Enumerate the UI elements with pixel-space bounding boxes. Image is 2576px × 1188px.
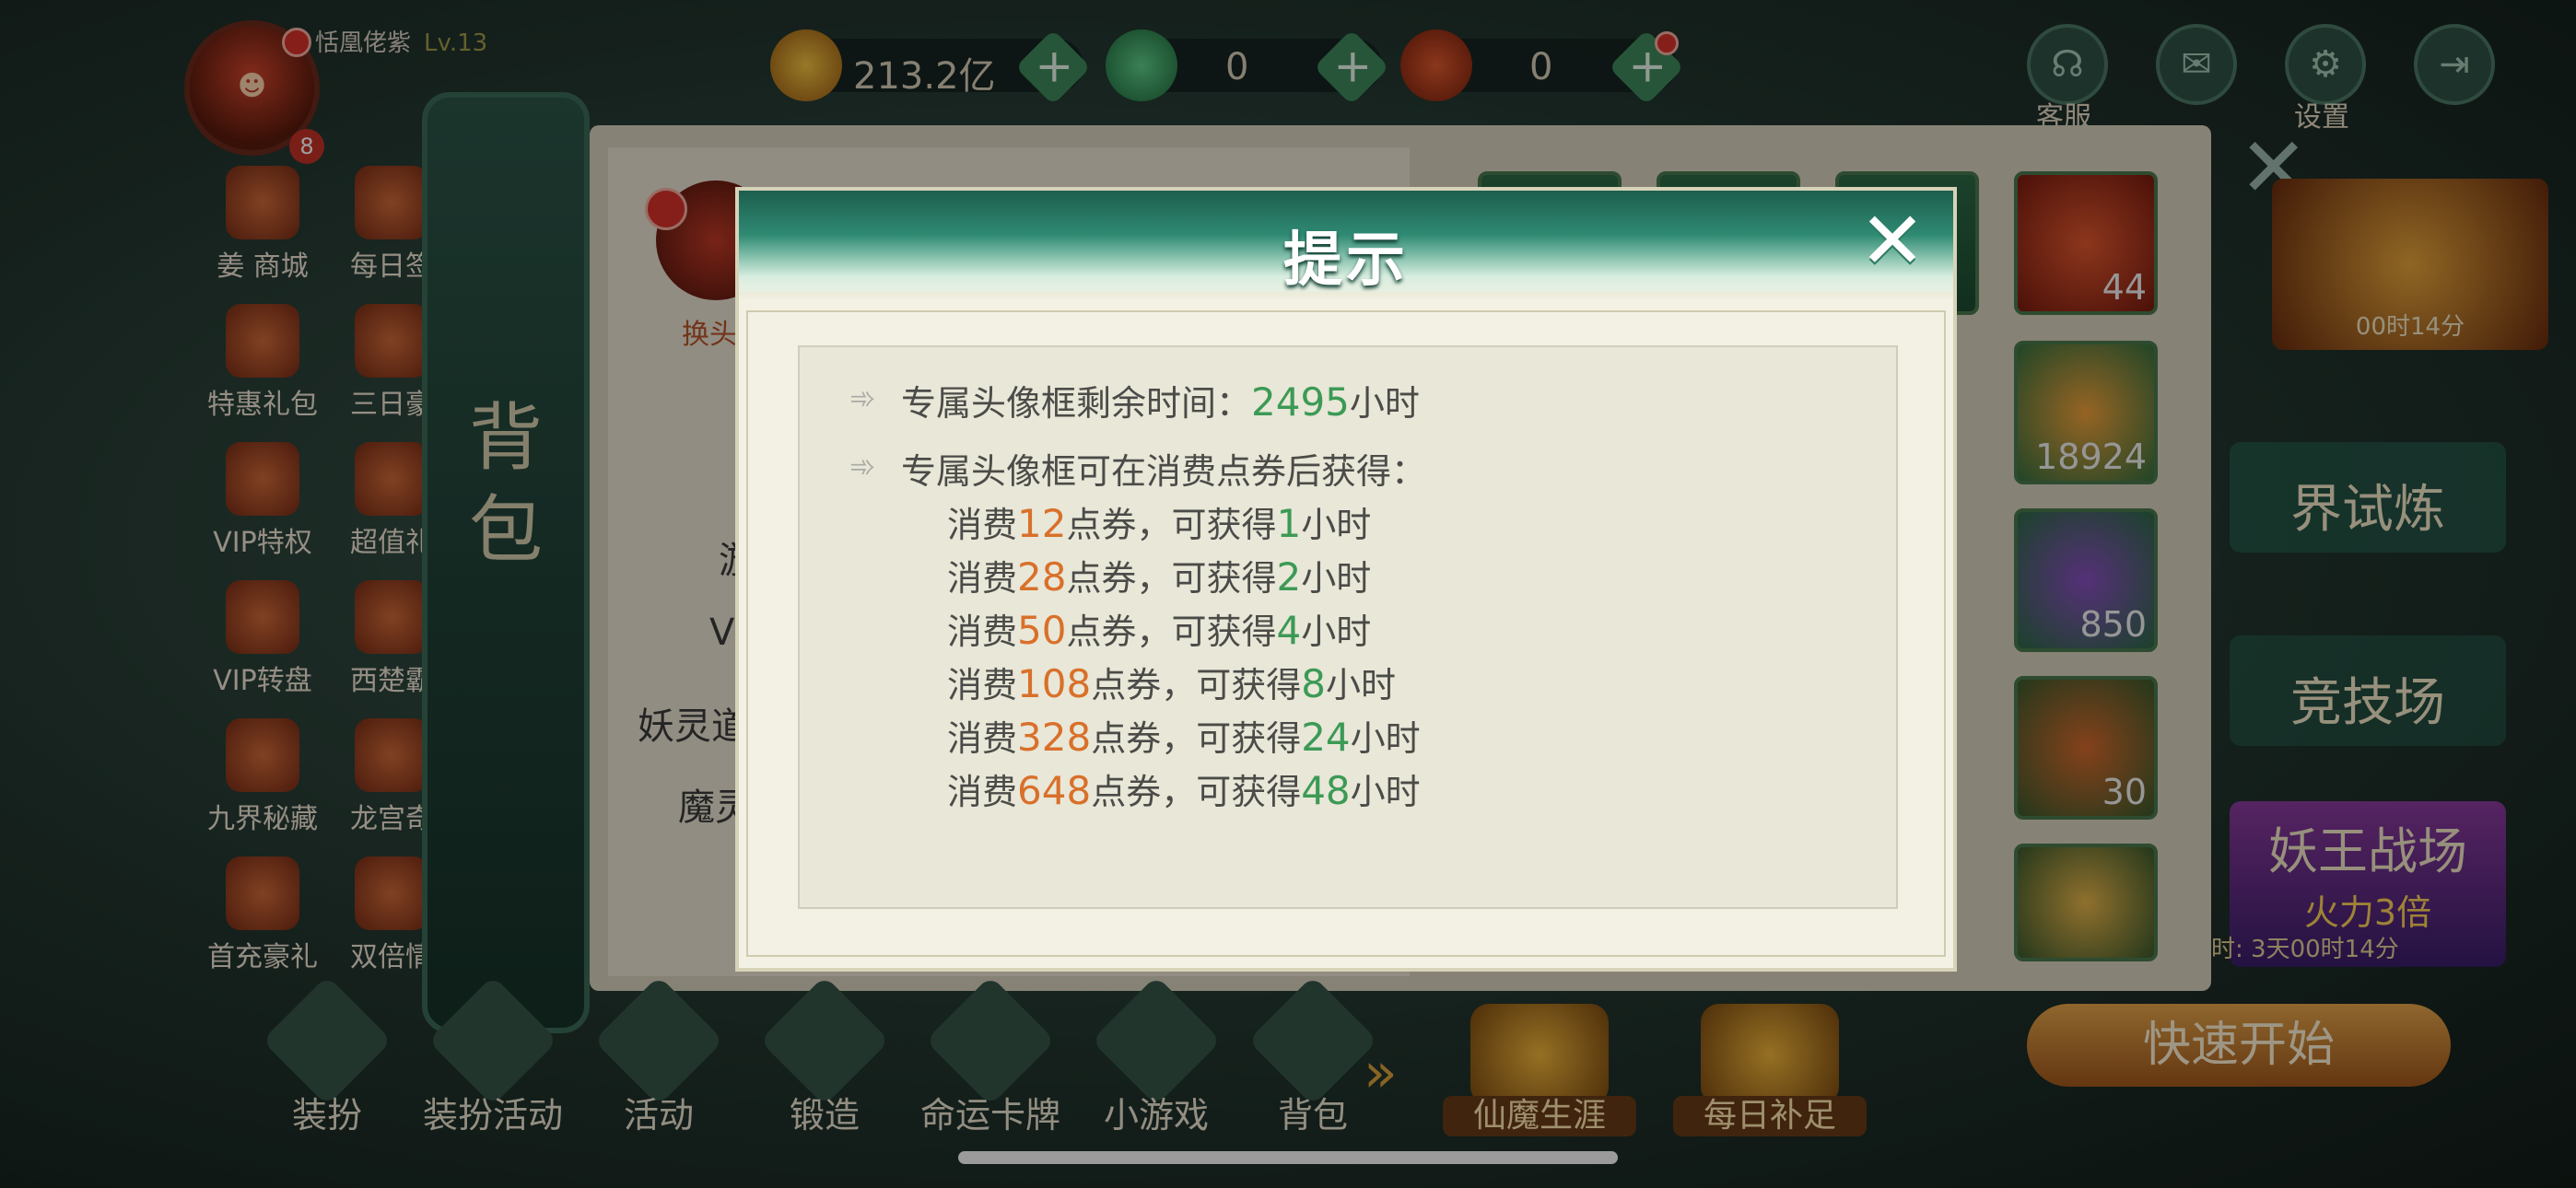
hours-unit: 小时 bbox=[1301, 611, 1372, 652]
bullet-icon: ➾ bbox=[849, 448, 876, 485]
dialog-content: ➾ 专属头像框剩余时间：2495小时 ➾ 专属头像框可在消费点券后获得： 消费1… bbox=[798, 345, 1898, 909]
hours-unit: 小时 bbox=[1349, 383, 1420, 424]
hours-unit: 小时 bbox=[1301, 558, 1372, 599]
hours-unit: 小时 bbox=[1325, 665, 1396, 705]
cost-value: 50 bbox=[1017, 608, 1067, 653]
ticket-text: 点券，可获得 bbox=[1066, 505, 1277, 545]
remaining-time-label: 专属头像框剩余时间： bbox=[901, 383, 1252, 424]
close-icon[interactable]: ✕ bbox=[1859, 202, 1926, 281]
hours-value: 1 bbox=[1276, 501, 1302, 546]
ticket-text: 点券，可获得 bbox=[1091, 665, 1302, 705]
reward-row: 消费12点券，可获得1小时 bbox=[947, 496, 1371, 547]
cost-value: 12 bbox=[1017, 501, 1067, 546]
spend-word: 消费 bbox=[947, 772, 1018, 812]
hours-value: 8 bbox=[1301, 661, 1326, 706]
cost-value: 28 bbox=[1017, 554, 1067, 600]
spend-word: 消费 bbox=[947, 611, 1018, 652]
tip-dialog: 提示 ✕ ➾ 专属头像框剩余时间：2495小时 ➾ 专属头像框可在消费点券后获得… bbox=[735, 187, 1957, 972]
hours-value: 24 bbox=[1301, 715, 1351, 760]
reward-row: 消费28点券，可获得2小时 bbox=[947, 550, 1371, 600]
cost-value: 108 bbox=[1017, 661, 1092, 706]
dialog-title: 提示 bbox=[1283, 227, 1409, 295]
ticket-text: 点券，可获得 bbox=[1091, 718, 1302, 759]
obtain-heading: 专属头像框可在消费点券后获得： bbox=[901, 451, 1427, 492]
dialog-header: 提示 bbox=[739, 191, 1953, 301]
spend-word: 消费 bbox=[947, 505, 1018, 545]
hours-value: 2 bbox=[1276, 554, 1302, 600]
spend-word: 消费 bbox=[947, 558, 1018, 599]
spend-word: 消费 bbox=[947, 665, 1018, 705]
reward-row: 消费328点券，可获得24小时 bbox=[947, 710, 1421, 761]
reward-row: 消费108点券，可获得8小时 bbox=[947, 657, 1396, 707]
hours-value: 4 bbox=[1276, 608, 1302, 653]
spend-word: 消费 bbox=[947, 718, 1018, 759]
remaining-hours-value: 2495 bbox=[1251, 379, 1350, 425]
ticket-text: 点券，可获得 bbox=[1091, 772, 1302, 812]
reward-row: 消费50点券，可获得4小时 bbox=[947, 603, 1371, 654]
hours-value: 48 bbox=[1301, 768, 1351, 813]
hours-unit: 小时 bbox=[1350, 718, 1421, 759]
home-indicator[interactable] bbox=[958, 1151, 1618, 1164]
cost-value: 648 bbox=[1017, 768, 1092, 813]
reward-row: 消费648点券，可获得48小时 bbox=[947, 763, 1421, 814]
remaining-time-line: 专属头像框剩余时间：2495小时 bbox=[901, 375, 1420, 425]
cost-value: 328 bbox=[1017, 715, 1092, 760]
ticket-text: 点券，可获得 bbox=[1066, 558, 1277, 599]
hours-unit: 小时 bbox=[1301, 505, 1372, 545]
ticket-text: 点券，可获得 bbox=[1066, 611, 1277, 652]
bullet-icon: ➾ bbox=[849, 380, 876, 417]
hours-unit: 小时 bbox=[1350, 772, 1421, 812]
